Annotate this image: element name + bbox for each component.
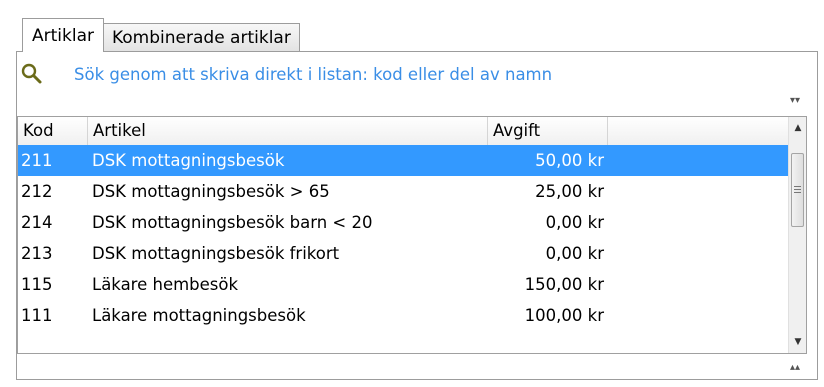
tab-artiklar[interactable]: Artiklar	[22, 18, 104, 52]
grip-line	[794, 186, 801, 187]
vertical-scrollbar[interactable]: ▲ ▼	[788, 117, 806, 353]
articles-grid: Kod Artikel Avgift 211 DSK mottagningsbe…	[17, 116, 807, 354]
table-row[interactable]: 111 Läkare mottagningsbesök 100,00 kr	[18, 300, 788, 331]
cell-avgift: 100,00 kr	[524, 306, 604, 325]
grid-header: Kod Artikel Avgift	[18, 117, 788, 146]
table-row[interactable]: 115 Läkare hembesök 150,00 kr	[18, 269, 788, 300]
table-row[interactable]: 212 DSK mottagningsbesök > 65 25,00 kr	[18, 176, 788, 207]
cell-kod: 213	[21, 244, 53, 263]
cell-avgift: 25,00 kr	[535, 182, 604, 201]
cell-artikel: Läkare mottagningsbesök	[92, 306, 306, 325]
search-row: Sök genom att skriva direkt i listan: ko…	[20, 61, 552, 87]
column-header-artikel[interactable]: Artikel	[88, 117, 488, 145]
cell-avgift: 150,00 kr	[524, 275, 604, 294]
cell-avgift: 0,00 kr	[545, 244, 604, 263]
scrollbar-thumb[interactable]	[791, 153, 804, 227]
collapse-up-icon[interactable]: ▾▾	[789, 95, 801, 107]
tab-kombinerade-artiklar[interactable]: Kombinerade artiklar	[102, 23, 300, 52]
cell-kod: 212	[21, 182, 53, 201]
scroll-down-arrow-icon[interactable]: ▼	[789, 333, 806, 351]
search-hint: Sök genom att skriva direkt i listan: ko…	[74, 64, 553, 84]
tab-strip: Artiklar Kombinerade artiklar	[22, 18, 300, 52]
cell-artikel: DSK mottagningsbesök > 65	[92, 182, 330, 201]
column-header-kod[interactable]: Kod	[18, 117, 88, 145]
cell-avgift: 50,00 kr	[535, 151, 604, 170]
cell-artikel: DSK mottagningsbesök	[92, 151, 285, 170]
cell-kod: 111	[21, 306, 53, 325]
cell-kod: 115	[21, 275, 53, 294]
cell-kod: 214	[21, 213, 53, 232]
table-row[interactable]: 214 DSK mottagningsbesök barn < 20 0,00 …	[18, 207, 788, 238]
cell-artikel: DSK mottagningsbesök frikort	[92, 244, 340, 263]
cell-artikel: Läkare hembesök	[92, 275, 239, 294]
grip-line	[794, 189, 801, 190]
table-row[interactable]: 211 DSK mottagningsbesök 50,00 kr	[18, 145, 788, 176]
scroll-up-arrow-icon[interactable]: ▲	[789, 119, 806, 137]
cell-artikel: DSK mottagningsbesök barn < 20	[92, 213, 373, 232]
cell-avgift: 0,00 kr	[545, 213, 604, 232]
table-row[interactable]: 213 DSK mottagningsbesök frikort 0,00 kr	[18, 238, 788, 269]
grip-line	[794, 192, 801, 193]
cell-kod: 211	[21, 151, 53, 170]
column-header-avgift[interactable]: Avgift	[488, 117, 608, 145]
collapse-down-icon[interactable]: ▴▴	[789, 362, 801, 374]
search-icon	[21, 63, 42, 84]
